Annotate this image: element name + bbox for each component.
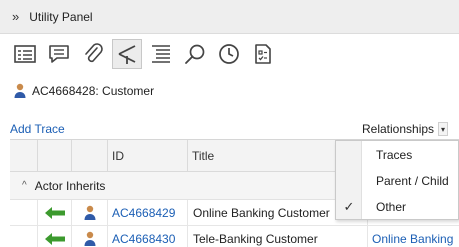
relationships-menu: Traces Parent / Child ✓ Other [335,140,459,220]
history-button[interactable] [214,39,244,69]
relationships-label: Relationships [362,122,435,136]
attachments-button[interactable] [78,39,108,69]
row-spacer [10,200,38,225]
collapse-chevron-icon[interactable]: » [12,9,19,24]
row-type [72,200,108,225]
row-spacer [10,226,38,247]
direction-column-header [38,140,72,171]
chevron-down-icon[interactable]: ▾ [438,122,449,136]
menu-item-traces[interactable]: Traces [336,142,458,168]
row-id-link[interactable]: AC4668429 [108,200,188,225]
arrow-left-icon [44,232,65,245]
traces-button[interactable] [112,39,142,69]
collapse-group-icon[interactable]: ^ [22,180,27,191]
outline-button[interactable] [146,39,176,69]
row-id-link[interactable]: AC4668430 [108,226,188,247]
row-direction [38,200,72,225]
expand-column-header [10,140,38,171]
panel-title: Utility Panel [29,9,93,24]
outline-icon [152,45,170,63]
artifact-title: AC4668428: Customer [32,84,155,98]
current-artifact: AC4668428: Customer [14,82,154,100]
menu-item-other[interactable]: ✓ Other [336,194,458,220]
menu-item-label: Traces [376,148,413,162]
relationships-dropdown-button[interactable]: Relationships ▾ [362,119,449,139]
comments-button[interactable] [44,39,74,69]
row-type [72,226,108,247]
row-title: Tele-Banking Customer [188,226,368,247]
search-button[interactable] [180,39,210,69]
id-column-header[interactable]: ID [108,140,188,171]
actor-icon [84,231,95,246]
details-icon [14,45,36,63]
menu-item-parent-child[interactable]: Parent / Child [336,168,458,194]
menu-item-label: Other [376,200,407,214]
menu-item-label: Parent / Child [376,174,449,188]
actor-icon [84,205,95,220]
attachment-icon [85,43,103,63]
panel-header: » Utility Panel [0,0,459,34]
traces-icon [118,45,136,64]
type-column-header [72,140,108,171]
checklist-button[interactable] [248,39,278,69]
checklist-icon [255,44,271,64]
arrow-left-icon [44,206,65,219]
group-label: Actor Inherits [34,178,106,193]
table-row[interactable]: AC4668430 Tele-Banking Customer Online B… [10,226,459,247]
toolbar [0,35,459,73]
search-icon [185,44,205,64]
history-icon [219,44,239,64]
details-button[interactable] [10,39,40,69]
row-direction [38,226,72,247]
actor-icon [14,83,26,98]
check-icon: ✓ [343,199,355,214]
add-trace-link[interactable]: Add Trace [10,122,65,136]
row-related-link[interactable]: Online Banking [368,226,459,247]
comments-icon [49,45,69,63]
